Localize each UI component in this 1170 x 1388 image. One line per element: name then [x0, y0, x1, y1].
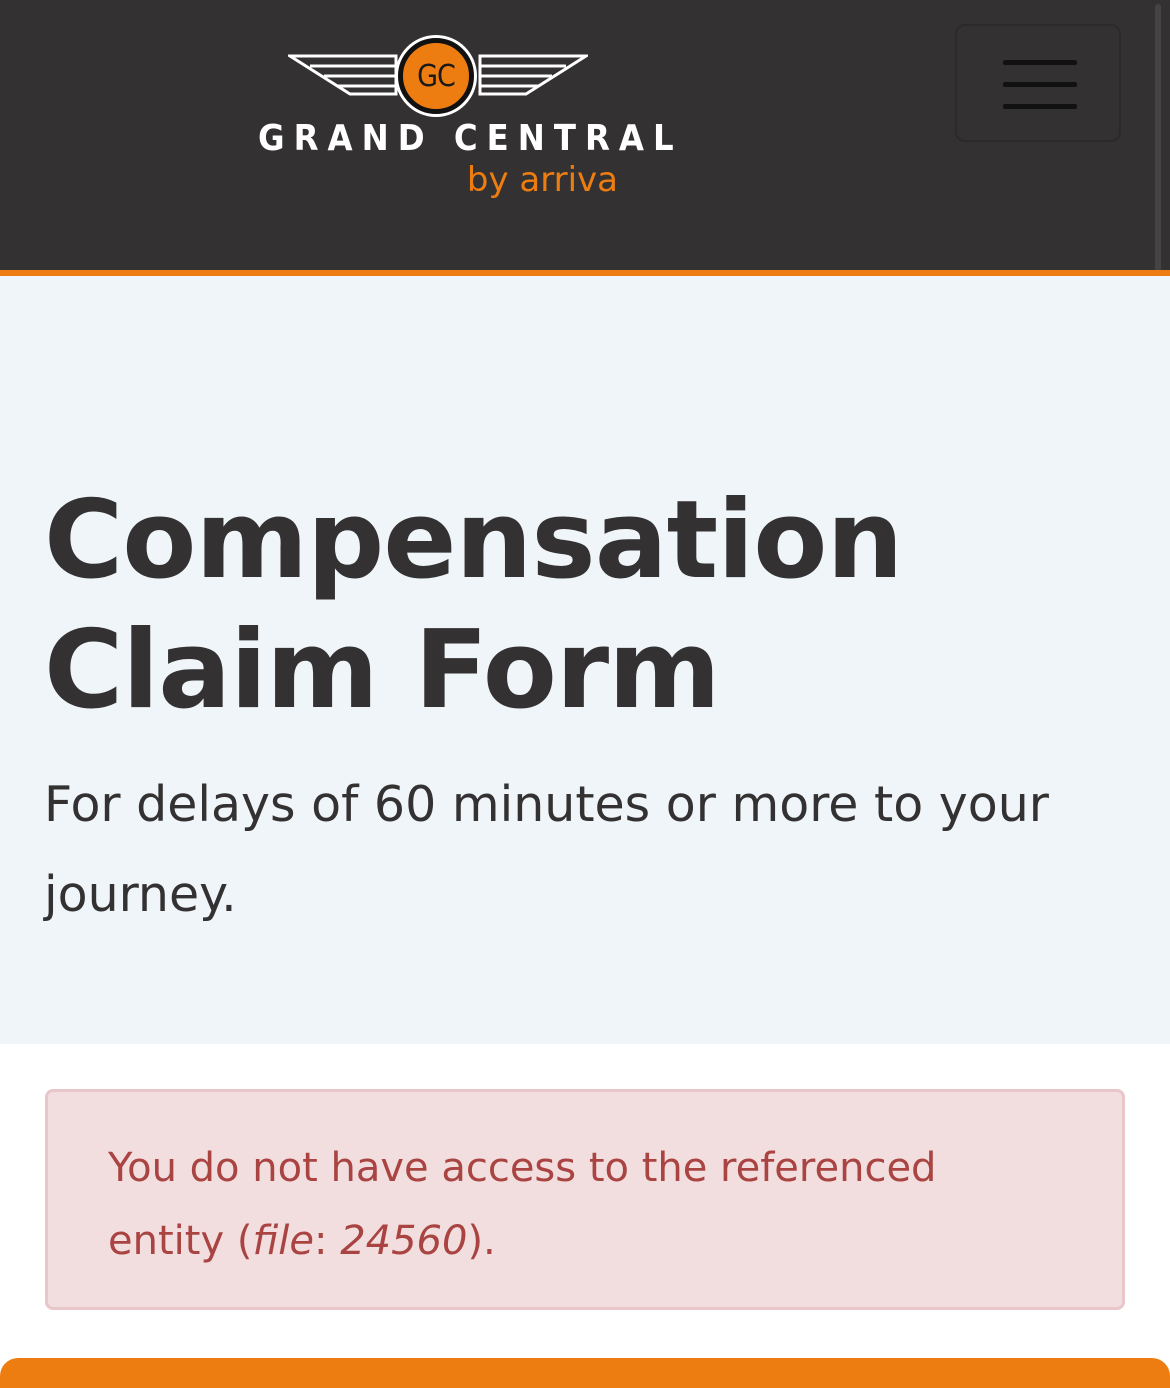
- primary-action-button[interactable]: [0, 1358, 1170, 1388]
- menu-toggle-button[interactable]: [955, 24, 1121, 142]
- hamburger-icon-bar-middle: [1003, 82, 1077, 87]
- page-title: Compensation Claim Form: [44, 478, 903, 733]
- entity-type: file: [252, 1218, 314, 1264]
- hamburger-icon-bar-top: [1003, 60, 1077, 65]
- gc-badge: GC: [398, 38, 474, 114]
- hamburger-icon-bar-bottom: [1003, 104, 1077, 109]
- entity-separator: :: [314, 1218, 341, 1264]
- entity-id: 24560: [340, 1218, 468, 1264]
- error-alert: You do not have access to the referenced…: [45, 1089, 1125, 1310]
- page-subtitle: For delays of 60 minutes or more to your…: [44, 776, 1049, 923]
- error-message-prefix: You do not have access to the referenced…: [108, 1145, 937, 1264]
- logo-name: GRAND CENTRAL: [258, 118, 683, 159]
- error-message: You do not have access to the referenced…: [108, 1132, 1062, 1278]
- error-message-suffix: ).: [467, 1218, 496, 1264]
- grand-central-logo[interactable]: GC GRAND CENTRAL by arriva: [258, 36, 683, 206]
- logo-tagline: by arriva: [466, 160, 618, 200]
- site-header: GC GRAND CENTRAL by arriva: [0, 0, 1170, 284]
- scrollbar[interactable]: [1155, 4, 1161, 284]
- hero-section: Compensation Claim Form For delays of 60…: [0, 276, 1170, 1044]
